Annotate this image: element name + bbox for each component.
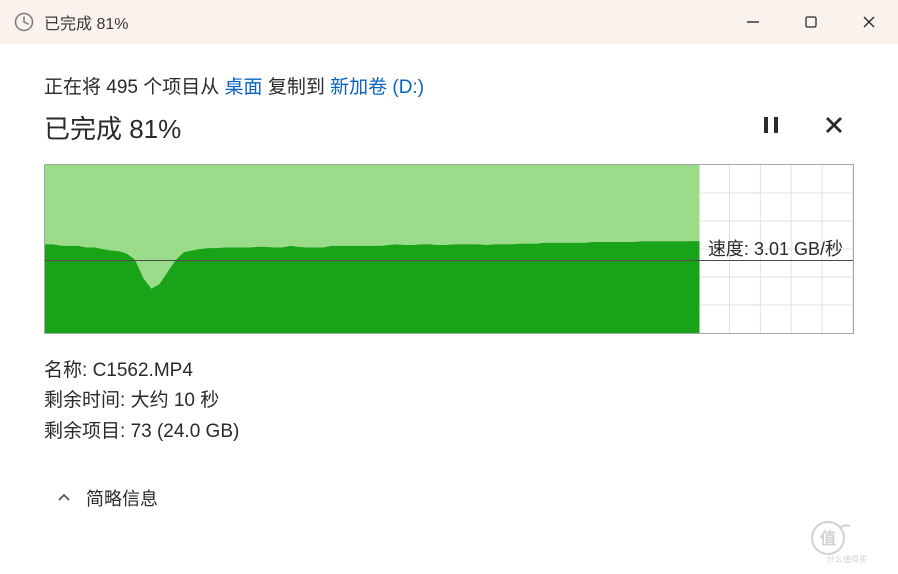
window-title: 已完成 81% [44,10,724,34]
details-toggle-label: 简略信息 [86,485,158,511]
minimize-button[interactable] [724,0,782,44]
copy-description: 正在将 495 个项目从 桌面 复制到 新加卷 (D:) [44,72,854,99]
progress-text: 已完成 81% [44,109,181,146]
chevron-up-icon [56,490,72,506]
source-link[interactable]: 桌面 [225,77,263,98]
close-button[interactable] [840,0,898,44]
titlebar: 已完成 81% [0,0,898,44]
maximize-button[interactable] [782,0,840,44]
dialog-content: 正在将 495 个项目从 桌面 复制到 新加卷 (D:) 已完成 81% 速度:… [0,44,898,511]
watermark-logo: 值 什么值得买 [806,520,888,564]
time-remaining-row: 剩余时间: 大约 10 秒 [44,386,854,416]
svg-text:什么值得买: 什么值得买 [827,554,867,564]
destination-link[interactable]: 新加卷 (D:) [330,77,424,98]
transfer-details: 名称: C1562.MP4 剩余时间: 大约 10 秒 剩余项目: 73 (24… [44,356,854,447]
speed-chart: 速度: 3.01 GB/秒 [44,164,854,334]
items-remaining-row: 剩余项目: 73 (24.0 GB) [44,417,854,447]
progress-row: 已完成 81% [44,109,854,146]
svg-text:值: 值 [820,529,836,548]
details-toggle[interactable]: 简略信息 [44,485,854,511]
speed-label: 速度: 3.01 GB/秒 [708,235,843,261]
cancel-button[interactable] [824,115,844,140]
pause-button[interactable] [762,115,780,140]
current-file-row: 名称: C1562.MP4 [44,356,854,386]
window-controls [724,0,898,44]
clock-icon [14,12,34,32]
